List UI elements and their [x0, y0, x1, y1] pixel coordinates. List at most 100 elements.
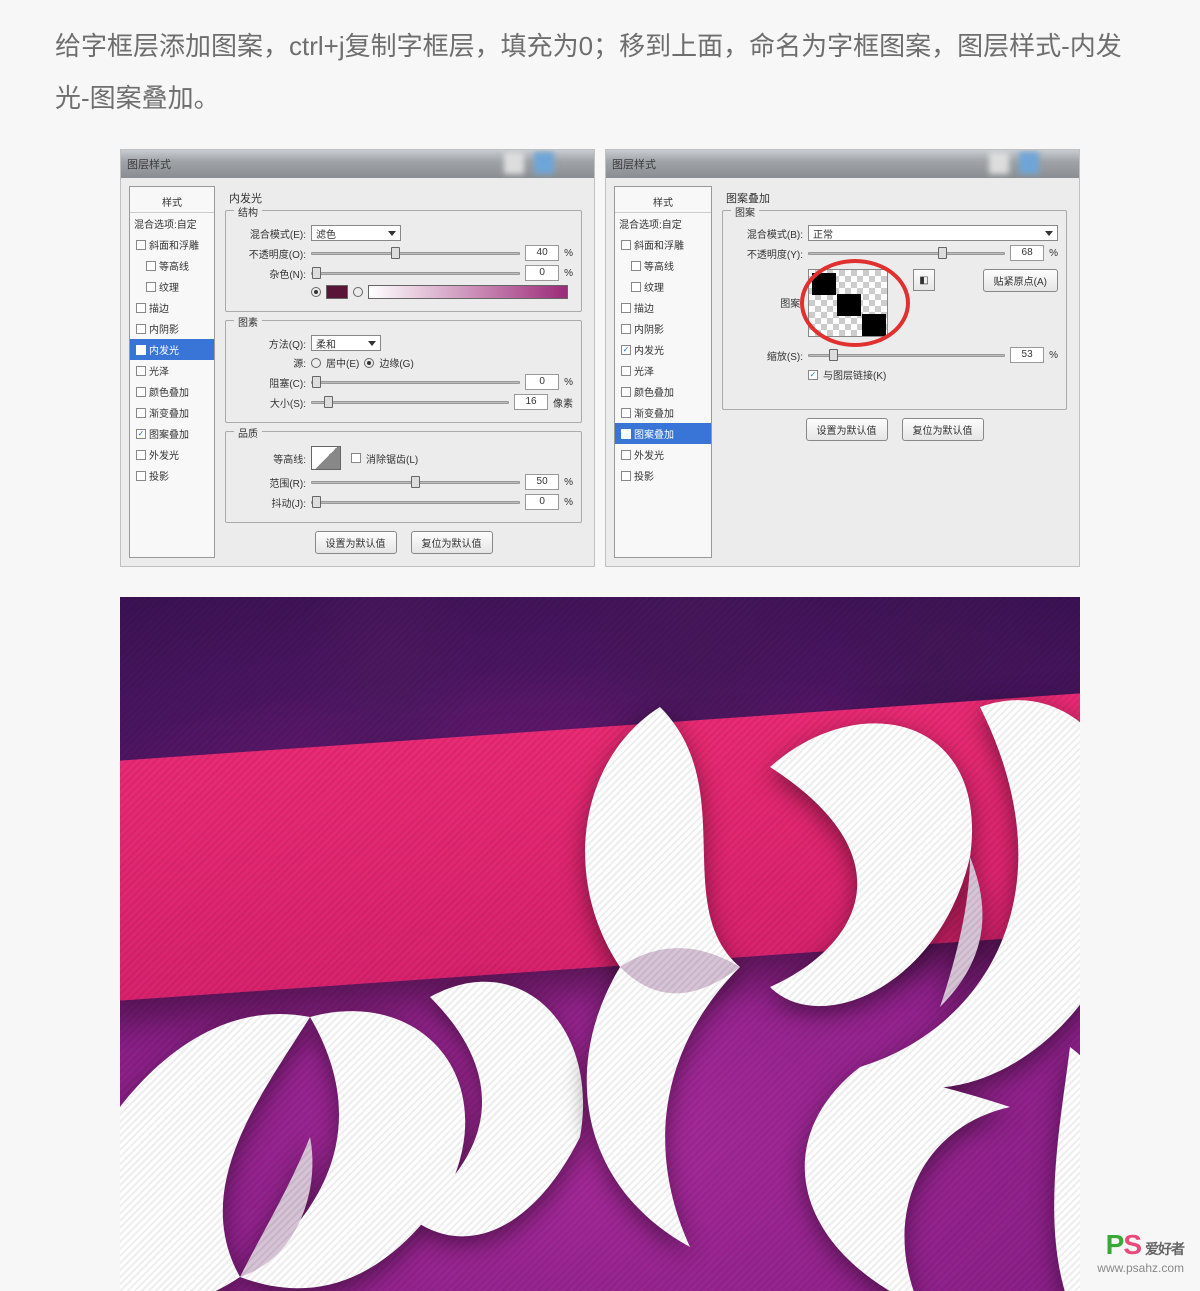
method-label: 方法(Q):	[234, 336, 306, 351]
method-dropdown[interactable]: 柔和	[311, 335, 381, 351]
style-satin[interactable]: 光泽	[615, 360, 711, 381]
pattern-thumbnail[interactable]	[808, 269, 888, 337]
make-default-button[interactable]: 设置为默认值	[806, 418, 888, 441]
style-outer-glow[interactable]: 外发光	[615, 444, 711, 465]
layer-style-dialog-inner-glow: 图层样式 样式 混合选项:自定 斜面和浮雕 等高线 纹理 描边 内阴影 内发光 …	[120, 149, 595, 567]
source-label: 源:	[234, 355, 306, 370]
new-preset-icon[interactable]: ◧	[913, 269, 935, 291]
percent-unit: %	[564, 248, 573, 259]
opacity-label: 不透明度(Y):	[731, 246, 803, 261]
dialog-title: 图层样式	[612, 156, 656, 172]
blend-mode-dropdown[interactable]: 正常	[808, 225, 1058, 241]
link-layer-label: 与图层链接(K)	[823, 367, 886, 382]
group-structure: 结构	[234, 204, 262, 219]
intro-text: 给字框层添加图案，ctrl+j复制字框层，填充为0；移到上面，命名为字框图案，图…	[0, 0, 1200, 124]
panel-title: 内发光	[225, 190, 582, 206]
link-layer-checkbox[interactable]	[808, 370, 818, 380]
choke-slider[interactable]	[311, 381, 520, 384]
style-gradient-overlay[interactable]: 渐变叠加	[130, 402, 214, 423]
style-drop-shadow[interactable]: 投影	[615, 465, 711, 486]
opacity-value[interactable]: 40	[525, 245, 559, 261]
range-label: 范围(R):	[234, 475, 306, 490]
jitter-value[interactable]: 0	[525, 494, 559, 510]
chevron-down-icon	[388, 231, 396, 236]
style-satin[interactable]: 光泽	[130, 360, 214, 381]
choke-value[interactable]: 0	[525, 374, 559, 390]
gradient-preview[interactable]	[368, 285, 568, 299]
layer-style-dialog-pattern-overlay: 图层样式 样式 混合选项:自定 斜面和浮雕 等高线 纹理 描边 内阴影 内发光 …	[605, 149, 1080, 567]
opacity-value[interactable]: 68	[1010, 245, 1044, 261]
size-value[interactable]: 16	[514, 394, 548, 410]
chevron-down-icon	[1045, 231, 1053, 236]
style-inner-shadow[interactable]: 内阴影	[615, 318, 711, 339]
style-stroke[interactable]: 描边	[615, 297, 711, 318]
dialog-titlebar[interactable]: 图层样式	[121, 150, 594, 178]
style-color-overlay[interactable]: 颜色叠加	[615, 381, 711, 402]
blending-options[interactable]: 混合选项:自定	[615, 213, 711, 234]
result-preview-image	[120, 597, 1080, 1291]
panel-title: 图案叠加	[722, 190, 1067, 206]
snap-origin-button[interactable]: 贴紧原点(A)	[983, 269, 1058, 292]
source-center-radio[interactable]	[311, 358, 321, 368]
group-pattern: 图案	[731, 204, 759, 219]
scale-value[interactable]: 53	[1010, 347, 1044, 363]
size-label: 大小(S):	[234, 395, 306, 410]
noise-label: 杂色(N):	[234, 266, 306, 281]
opacity-label: 不透明度(O):	[234, 246, 306, 261]
choke-label: 阻塞(C):	[234, 375, 306, 390]
color-radio[interactable]	[311, 287, 321, 297]
style-contour[interactable]: 等高线	[615, 255, 711, 276]
style-bevel[interactable]: 斜面和浮雕	[130, 234, 214, 255]
style-inner-glow[interactable]: 内发光	[615, 339, 711, 360]
opacity-slider[interactable]	[808, 252, 1005, 255]
style-texture[interactable]: 纹理	[615, 276, 711, 297]
range-value[interactable]: 50	[525, 474, 559, 490]
contour-label: 等高线:	[234, 451, 306, 466]
dialog-titlebar[interactable]: 图层样式	[606, 150, 1079, 178]
style-inner-glow[interactable]: 内发光	[130, 339, 214, 360]
scale-slider[interactable]	[808, 354, 1005, 357]
styles-list: 样式 混合选项:自定 斜面和浮雕 等高线 纹理 描边 内阴影 内发光 光泽 颜色…	[129, 186, 215, 558]
watermark-cn: 爱好者	[1145, 1241, 1184, 1257]
chevron-down-icon	[368, 341, 376, 346]
inner-glow-panel: 内发光 结构 混合模式(E): 滤色 不透明度(O): 40 % 杂色(N):	[221, 186, 586, 558]
reset-default-button[interactable]: 复位为默认值	[902, 418, 984, 441]
style-gradient-overlay[interactable]: 渐变叠加	[615, 402, 711, 423]
noise-slider[interactable]	[311, 272, 520, 275]
jitter-slider[interactable]	[311, 501, 520, 504]
style-pattern-overlay[interactable]: 图案叠加	[615, 423, 711, 444]
dialog-title: 图层样式	[127, 156, 171, 172]
style-bevel[interactable]: 斜面和浮雕	[615, 234, 711, 255]
contour-swatch[interactable]	[311, 446, 341, 470]
make-default-button[interactable]: 设置为默认值	[315, 531, 397, 554]
style-stroke[interactable]: 描边	[130, 297, 214, 318]
watermark-p: P	[1106, 1229, 1124, 1260]
color-swatch[interactable]	[326, 285, 348, 299]
size-slider[interactable]	[311, 401, 509, 404]
blend-mode-label: 混合模式(B):	[731, 226, 803, 241]
reset-default-button[interactable]: 复位为默认值	[411, 531, 493, 554]
blending-options[interactable]: 混合选项:自定	[130, 213, 214, 234]
pattern-label: 图案:	[731, 269, 803, 310]
styles-list: 样式 混合选项:自定 斜面和浮雕 等高线 纹理 描边 内阴影 内发光 光泽 颜色…	[614, 186, 712, 558]
styles-header: 样式	[615, 191, 711, 213]
group-elements: 图素	[234, 314, 262, 329]
style-inner-shadow[interactable]: 内阴影	[130, 318, 214, 339]
range-slider[interactable]	[311, 481, 520, 484]
group-quality: 品质	[234, 425, 262, 440]
style-outer-glow[interactable]: 外发光	[130, 444, 214, 465]
style-color-overlay[interactable]: 颜色叠加	[130, 381, 214, 402]
jitter-label: 抖动(J):	[234, 495, 306, 510]
styles-header: 样式	[130, 191, 214, 213]
style-pattern-overlay[interactable]: 图案叠加	[130, 423, 214, 444]
gradient-radio[interactable]	[353, 287, 363, 297]
antialias-checkbox[interactable]	[351, 453, 361, 463]
blend-mode-dropdown[interactable]: 滤色	[311, 225, 401, 241]
style-drop-shadow[interactable]: 投影	[130, 465, 214, 486]
style-contour[interactable]: 等高线	[130, 255, 214, 276]
source-edge-radio[interactable]	[364, 358, 374, 368]
opacity-slider[interactable]	[311, 252, 520, 255]
noise-value[interactable]: 0	[525, 265, 559, 281]
watermark: PS爱好者 www.psahz.com	[1097, 1229, 1184, 1275]
style-texture[interactable]: 纹理	[130, 276, 214, 297]
